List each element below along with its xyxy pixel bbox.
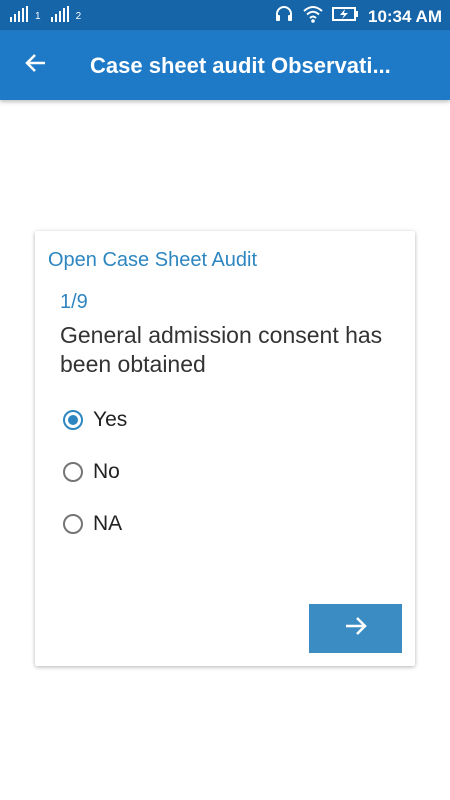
back-button[interactable] [14, 43, 58, 87]
status-time: 10:34 AM [367, 6, 442, 26]
option-no[interactable]: No [63, 455, 120, 489]
battery-charging-icon [331, 6, 360, 27]
option-label: Yes [93, 408, 128, 431]
arrow-right-icon [344, 615, 368, 642]
radio-no[interactable] [63, 462, 83, 482]
sim1-label: 1 [35, 11, 41, 22]
app-bar: Case sheet audit Observati... [0, 30, 450, 100]
page-title: Case sheet audit Observati... [90, 53, 391, 78]
wifi-icon [302, 4, 324, 29]
question-counter: 1/9 [60, 291, 88, 313]
option-label: NA [93, 512, 123, 535]
card-title: Open Case Sheet Audit [48, 249, 258, 271]
question-text: General admission consent has been obtai… [60, 322, 383, 377]
next-button[interactable] [309, 604, 402, 653]
signal-indicators: 1 2 [10, 6, 81, 22]
option-yes[interactable]: Yes [63, 403, 127, 437]
radio-yes[interactable] [63, 410, 83, 430]
option-na[interactable]: NA [63, 507, 122, 541]
arrow-left-icon [25, 52, 47, 79]
signal-strength-sim2-icon [50, 6, 69, 22]
sim2-label: 2 [75, 11, 82, 22]
status-bar: 1 2 10:34 AM [0, 0, 450, 30]
audit-card: Open Case Sheet Audit 1/9 General admiss… [35, 231, 415, 666]
signal-strength-sim1-icon [10, 6, 28, 22]
radio-na[interactable] [63, 514, 83, 534]
option-label: No [93, 460, 120, 483]
headset-icon [274, 4, 294, 29]
